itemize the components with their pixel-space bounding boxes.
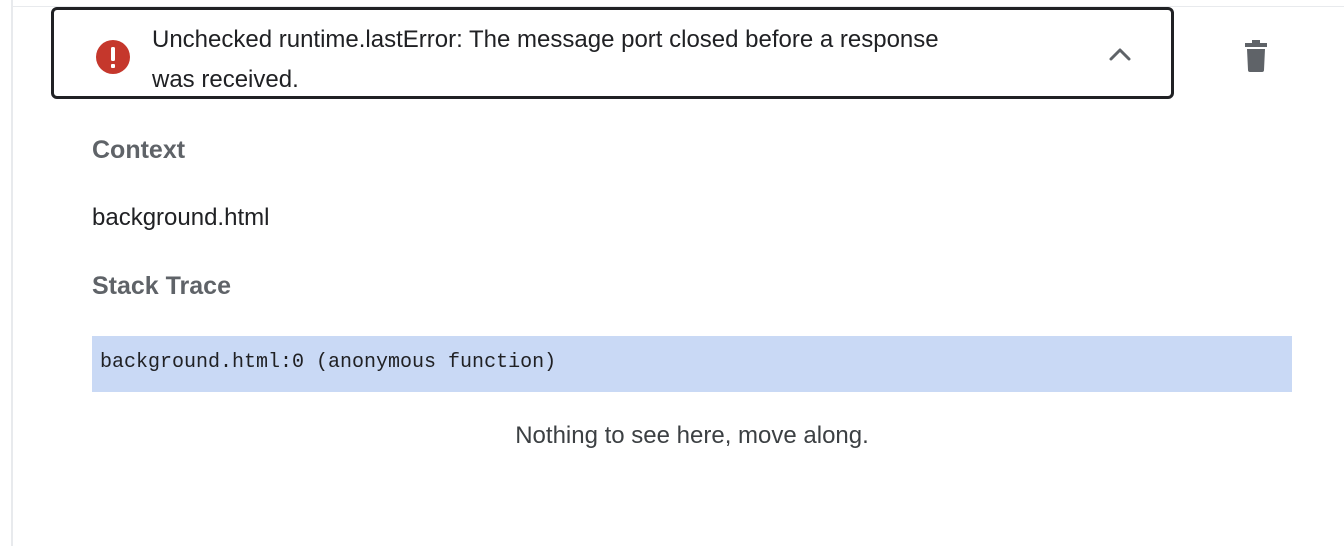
- error-message: Unchecked runtime.lastError: The message…: [152, 26, 939, 93]
- code-empty-message: Nothing to see here, move along.: [515, 422, 869, 449]
- chevron-up-icon[interactable]: [1107, 45, 1133, 63]
- panel-left-border: [11, 0, 13, 546]
- trash-icon: [1245, 40, 1267, 72]
- error-exclamation-icon: [96, 40, 130, 74]
- error-details-panel: Unchecked runtime.lastError: The message…: [0, 0, 1344, 546]
- context-heading: Context: [92, 136, 186, 164]
- delete-error-button[interactable]: [1232, 34, 1280, 82]
- stack-trace-list: background.html:0 (anonymous function): [92, 336, 1292, 392]
- error-entry-header[interactable]: Unchecked runtime.lastError: The message…: [51, 7, 1174, 99]
- stack-trace-heading: Stack Trace: [92, 272, 231, 300]
- stack-frame[interactable]: background.html:0 (anonymous function): [100, 351, 556, 374]
- context-value: background.html: [92, 204, 270, 231]
